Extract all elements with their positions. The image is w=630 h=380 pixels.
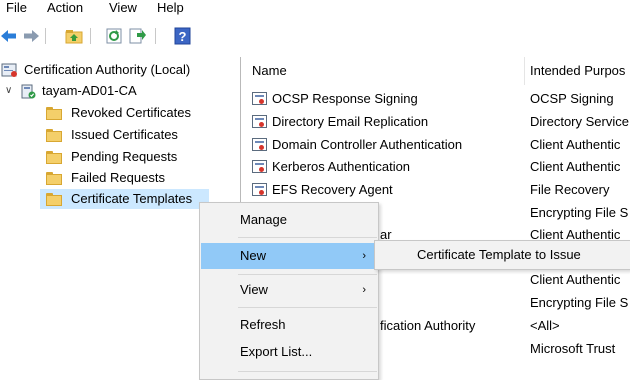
menu-file[interactable]: File xyxy=(6,0,27,15)
folder-icon xyxy=(46,172,62,185)
row-name: Directory Email Replication xyxy=(272,114,429,129)
table-row[interactable]: Domain Controller Authentication Client … xyxy=(245,134,630,156)
context-menu-view-label: View xyxy=(240,282,268,297)
certificate-template-icon xyxy=(252,160,267,173)
toolbar-separator xyxy=(45,28,46,44)
chevron-down-icon[interactable]: ∨ xyxy=(5,81,12,101)
context-menu-refresh[interactable]: Refresh xyxy=(201,312,378,338)
row-name: EFS Recovery Agent xyxy=(272,182,393,197)
help-icon[interactable]: ? xyxy=(174,27,191,45)
context-menu-manage[interactable]: Manage xyxy=(201,207,378,233)
forward-icon[interactable] xyxy=(23,27,40,45)
tree-item-label: Issued Certificates xyxy=(71,127,178,142)
submenu-arrow-icon: › xyxy=(362,250,366,262)
tree-item-issued[interactable]: Issued Certificates xyxy=(40,125,220,145)
tree-item-root[interactable]: Certification Authority (Local) xyxy=(0,60,240,80)
row-purpose: Encrypting File S xyxy=(530,205,629,220)
row-purpose: Client Authentic xyxy=(530,137,621,152)
row-purpose: Client Authentic xyxy=(530,159,621,174)
tree-item-label: Certificate Templates xyxy=(71,191,193,206)
certificate-template-icon xyxy=(252,138,267,151)
menu-help[interactable]: Help xyxy=(157,0,184,15)
row-purpose: OCSP Signing xyxy=(530,91,614,106)
menu-separator xyxy=(238,307,377,308)
toolbar: ? xyxy=(0,20,630,50)
table-row[interactable]: Directory Email Replication Directory Se… xyxy=(245,111,630,133)
row-name: fication Authority xyxy=(380,318,476,333)
ca-server-icon xyxy=(1,63,17,77)
column-header-name[interactable]: Name xyxy=(252,57,287,85)
menu-separator xyxy=(238,274,377,275)
menu-separator xyxy=(238,371,377,372)
tree-ca-label: tayam-AD01-CA xyxy=(42,83,137,98)
up-folder-icon[interactable] xyxy=(65,27,83,45)
submenu-arrow-icon: › xyxy=(362,284,366,296)
folder-icon xyxy=(46,151,62,164)
folder-icon xyxy=(46,107,62,120)
row-purpose: Encrypting File S xyxy=(530,295,629,310)
table-row[interactable]: OCSP Response Signing OCSP Signing xyxy=(245,88,630,110)
tree-item-label: Pending Requests xyxy=(71,149,178,164)
folder-icon xyxy=(46,193,62,206)
menu-bar: File Action View Help xyxy=(0,0,630,20)
context-menu-new[interactable]: New › xyxy=(201,243,378,269)
ca-icon xyxy=(21,84,36,99)
menu-separator xyxy=(238,237,377,238)
tree-item-certificate-templates[interactable]: Certificate Templates xyxy=(40,189,209,209)
folder-icon xyxy=(46,129,62,142)
menu-action[interactable]: Action xyxy=(47,0,83,15)
tree-root-label: Certification Authority (Local) xyxy=(24,62,191,77)
row-purpose: Client Authentic xyxy=(530,272,621,287)
context-menu-new-label: New xyxy=(240,248,267,263)
context-menu-export-list[interactable]: Export List... xyxy=(201,339,378,365)
tree-item-label: Revoked Certificates xyxy=(71,105,191,120)
row-name: OCSP Response Signing xyxy=(272,91,418,106)
row-purpose: Directory Service xyxy=(530,114,629,129)
certificate-template-icon xyxy=(252,115,267,128)
certificate-template-icon xyxy=(252,92,267,105)
refresh-icon[interactable] xyxy=(106,27,123,45)
tree-item-failed[interactable]: Failed Requests xyxy=(40,168,220,188)
certificate-template-icon xyxy=(252,183,267,196)
row-purpose: File Recovery xyxy=(530,182,610,197)
export-icon[interactable] xyxy=(129,27,147,45)
column-header-purpose[interactable]: Intended Purpos xyxy=(530,57,625,85)
context-menu-view[interactable]: View › xyxy=(201,277,378,303)
table-row[interactable]: Kerberos Authentication Client Authentic xyxy=(245,156,630,178)
row-purpose: Microsoft Trust xyxy=(530,341,616,356)
tree-item-label: Failed Requests xyxy=(71,170,165,185)
tree-item-revoked[interactable]: Revoked Certificates xyxy=(40,103,220,123)
column-divider[interactable] xyxy=(524,57,525,85)
submenu-certificate-template-to-issue[interactable]: Certificate Template to Issue xyxy=(417,241,581,269)
row-name: Kerberos Authentication xyxy=(272,159,411,174)
back-icon[interactable] xyxy=(0,27,17,45)
new-submenu: Certificate Template to Issue xyxy=(374,240,630,270)
table-row[interactable]: EFS Recovery Agent File Recovery xyxy=(245,179,630,201)
tree-item-pending[interactable]: Pending Requests xyxy=(40,147,220,167)
toolbar-separator xyxy=(155,28,156,44)
toolbar-separator xyxy=(90,28,91,44)
row-name: Domain Controller Authentication xyxy=(272,137,463,152)
row-purpose: <All> xyxy=(530,318,560,333)
context-menu: Manage New › View › Refresh Export List.… xyxy=(199,202,379,380)
svg-text:?: ? xyxy=(179,29,187,44)
menu-view[interactable]: View xyxy=(109,0,137,15)
tree-item-ca[interactable]: ∨ tayam-AD01-CA xyxy=(0,81,240,101)
